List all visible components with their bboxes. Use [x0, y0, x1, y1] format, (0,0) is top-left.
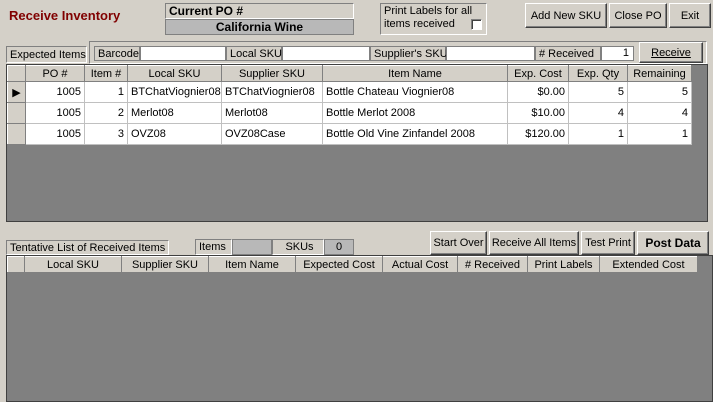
items-count	[232, 239, 272, 255]
cell-po[interactable]: 1005	[25, 123, 85, 145]
cell-exp-qty[interactable]: 1	[568, 123, 628, 145]
table-row[interactable]: ▶ 1005 1 BTChatViognier08 BTChatViognier…	[7, 81, 692, 103]
receive-button[interactable]: Receive	[639, 42, 703, 63]
expected-items-grid[interactable]: PO # Item # Local SKU Supplier SKU Item …	[6, 64, 708, 222]
col-exp-cost[interactable]: Exp. Cost	[507, 65, 569, 82]
start-over-button[interactable]: Start Over	[430, 231, 487, 255]
col-item[interactable]: Item #	[84, 65, 128, 82]
cell-item-name[interactable]: Bottle Merlot 2008	[322, 102, 508, 124]
table-row[interactable]: 1005 2 Merlot08 Merlot08 Bottle Merlot 2…	[7, 102, 692, 124]
current-po-value[interactable]: California Wine	[165, 19, 354, 35]
cell-item-name[interactable]: Bottle Old Vine Zinfandel 2008	[322, 123, 508, 145]
cell-exp-qty[interactable]: 4	[568, 102, 628, 124]
current-row-indicator[interactable]: ▶	[7, 81, 26, 103]
row-selector-header	[7, 65, 26, 82]
suppliers-sku-input[interactable]	[446, 46, 535, 61]
cell-supplier-sku[interactable]: OVZ08Case	[221, 123, 323, 145]
print-labels-all-checkbox[interactable]	[471, 19, 482, 30]
row-selector[interactable]	[7, 123, 26, 145]
col-print-labels[interactable]: Print Labels	[527, 256, 600, 273]
col-exp-qty[interactable]: Exp. Qty	[568, 65, 628, 82]
received-count-label: # Received	[535, 46, 601, 61]
cell-remaining[interactable]: 4	[627, 102, 692, 124]
col-received[interactable]: # Received	[457, 256, 528, 273]
col-remaining[interactable]: Remaining	[627, 65, 692, 82]
col-supplier-sku[interactable]: Supplier SKU	[121, 256, 209, 273]
cell-item[interactable]: 3	[84, 123, 128, 145]
cell-exp-qty[interactable]: 5	[568, 81, 628, 103]
col-item-name[interactable]: Item Name	[322, 65, 508, 82]
col-actual-cost[interactable]: Actual Cost	[382, 256, 458, 273]
suppliers-sku-label: Supplier's SKU	[370, 46, 448, 61]
cell-supplier-sku[interactable]: Merlot08	[221, 102, 323, 124]
barcode-input[interactable]	[140, 46, 226, 61]
items-label: Items	[195, 239, 232, 255]
exit-button[interactable]: Exit	[669, 3, 711, 28]
cell-exp-cost[interactable]: $10.00	[507, 102, 569, 124]
close-po-button[interactable]: Close PO	[609, 3, 667, 28]
cell-remaining[interactable]: 1	[627, 123, 692, 145]
post-data-button[interactable]: Post Data	[637, 231, 709, 255]
col-po[interactable]: PO #	[25, 65, 85, 82]
local-sku-input[interactable]	[282, 46, 370, 61]
cell-local-sku[interactable]: Merlot08	[127, 102, 222, 124]
cell-exp-cost[interactable]: $120.00	[507, 123, 569, 145]
row-selector-header	[7, 256, 25, 273]
cell-item-name[interactable]: Bottle Chateau Viognier08	[322, 81, 508, 103]
cell-po[interactable]: 1005	[25, 81, 85, 103]
add-new-sku-button[interactable]: Add New SKU	[525, 3, 607, 28]
expected-items-tab-label: Expected Items	[6, 46, 87, 63]
receive-button-label: Receive	[651, 46, 691, 59]
entry-row: Barcode Local SKU Supplier's SKU # Recei…	[89, 41, 707, 64]
cell-item[interactable]: 1	[84, 81, 128, 103]
cell-exp-cost[interactable]: $0.00	[507, 81, 569, 103]
test-print-button[interactable]: Test Print	[581, 231, 635, 255]
page-title: Receive Inventory	[9, 8, 121, 23]
col-local-sku[interactable]: Local SKU	[127, 65, 222, 82]
cell-local-sku[interactable]: OVZ08	[127, 123, 222, 145]
skus-count: 0	[324, 239, 354, 255]
col-expected-cost[interactable]: Expected Cost	[295, 256, 383, 273]
cell-remaining[interactable]: 5	[627, 81, 692, 103]
expected-header-row: PO # Item # Local SKU Supplier SKU Item …	[7, 65, 692, 82]
cell-item[interactable]: 2	[84, 102, 128, 124]
print-labels-group: Print Labels for all items received	[380, 3, 487, 35]
tentative-list-label: Tentative List of Received Items	[6, 240, 169, 255]
tentative-items-grid[interactable]: Local SKU Supplier SKU Item Name Expecte…	[6, 255, 713, 402]
barcode-label: Barcode	[94, 46, 140, 61]
col-supplier-sku[interactable]: Supplier SKU	[221, 65, 323, 82]
print-labels-all-label: Print Labels for all items received	[384, 5, 473, 30]
col-item-name[interactable]: Item Name	[208, 256, 296, 273]
cell-local-sku[interactable]: BTChatViognier08	[127, 81, 222, 103]
cell-supplier-sku[interactable]: BTChatViognier08	[221, 81, 323, 103]
row-selector[interactable]	[7, 102, 26, 124]
col-local-sku[interactable]: Local SKU	[24, 256, 122, 273]
local-sku-label: Local SKU	[226, 46, 282, 61]
skus-label: SKUs	[272, 239, 324, 255]
received-count-input[interactable]: 1	[601, 46, 634, 61]
receive-all-items-button[interactable]: Receive All Items	[489, 231, 579, 255]
current-po-label: Current PO #	[165, 3, 354, 19]
col-extended-cost[interactable]: Extended Cost	[599, 256, 698, 273]
tentative-header-row: Local SKU Supplier SKU Item Name Expecte…	[7, 256, 698, 273]
table-row[interactable]: 1005 3 OVZ08 OVZ08Case Bottle Old Vine Z…	[7, 123, 692, 145]
cell-po[interactable]: 1005	[25, 102, 85, 124]
